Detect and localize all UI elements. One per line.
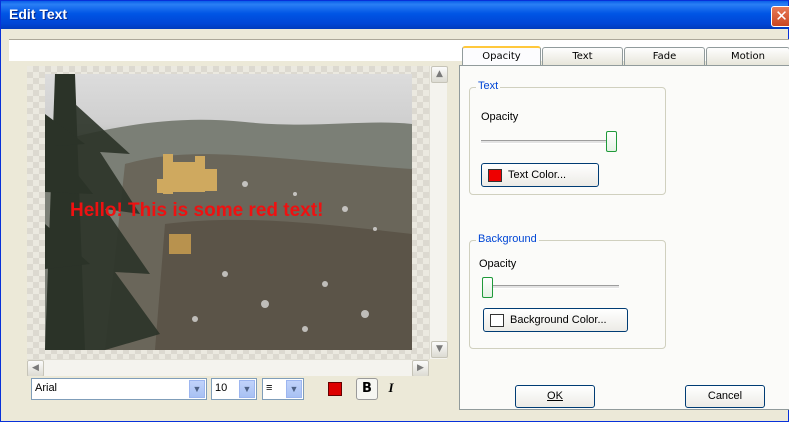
ok-button-label: OK <box>547 390 563 402</box>
background-group-title: Background <box>476 233 539 245</box>
text-color-toolbar-button[interactable] <box>324 378 346 400</box>
text-opacity-label: Opacity <box>481 111 519 123</box>
tab-text[interactable]: Text <box>542 47 623 66</box>
font-name-value: Arial <box>35 382 58 394</box>
close-icon: ✕ <box>775 7 788 25</box>
text-color-button-label: Text Color... <box>508 169 567 181</box>
font-size-value: 10 <box>215 382 228 394</box>
background-opacity-slider-thumb[interactable] <box>482 277 493 298</box>
opacity-tab-panel: Text Opacity Text Color... Background Op… <box>459 65 789 410</box>
scroll-left-button[interactable]: ◀ <box>27 360 44 377</box>
chevron-down-icon[interactable]: ▼ <box>189 380 205 398</box>
text-group-title: Text <box>476 80 501 92</box>
scroll-right-button[interactable]: ▶ <box>412 360 429 377</box>
cancel-button[interactable]: Cancel <box>685 385 765 408</box>
color-swatch-icon <box>328 382 342 396</box>
background-opacity-label: Opacity <box>479 258 517 270</box>
edit-text-dialog: Edit Text ✕ Opacity Text Fade Motion Tex… <box>0 0 789 422</box>
ok-button[interactable]: OK <box>515 385 595 408</box>
text-color-swatch <box>488 169 502 182</box>
close-button[interactable]: ✕ <box>771 6 789 27</box>
chevron-down-icon: ▼ <box>436 344 443 354</box>
italic-icon: I <box>388 380 394 395</box>
text-opacity-slider-track[interactable] <box>481 140 617 144</box>
italic-button[interactable]: I <box>380 378 402 400</box>
horizontal-scrollbar[interactable]: ◀ ▶ <box>27 359 429 377</box>
preview-overlay-text[interactable]: Hello! This is some red text! <box>70 200 323 222</box>
chevron-down-icon[interactable]: ▼ <box>239 380 255 398</box>
background-color-swatch <box>490 314 504 327</box>
scroll-down-button[interactable]: ▼ <box>431 341 448 358</box>
background-opacity-slider-track[interactable] <box>482 285 619 289</box>
scroll-up-button[interactable]: ▲ <box>431 66 448 83</box>
background-group: Background Opacity Background Color... <box>469 233 666 349</box>
tab-motion-label: Motion <box>731 51 765 62</box>
font-name-select[interactable]: Arial ▼ <box>31 378 207 400</box>
chevron-down-icon[interactable]: ▼ <box>286 380 302 398</box>
format-toolbar: Arial ▼ 10 ▼ ≡ ▼ B I <box>27 376 451 406</box>
tab-opacity[interactable]: Opacity <box>462 46 541 66</box>
background-color-button[interactable]: Background Color... <box>483 308 628 332</box>
title-bar[interactable]: Edit Text <box>1 1 788 29</box>
text-group: Text Opacity Text Color... <box>469 80 666 195</box>
tab-text-label: Text <box>572 51 593 62</box>
preview-photo: Hello! This is some red text! <box>45 74 412 350</box>
text-opacity-slider-thumb[interactable] <box>606 131 617 152</box>
bold-button[interactable]: B <box>356 378 378 400</box>
alignment-select[interactable]: ≡ ▼ <box>262 378 304 400</box>
chevron-left-icon: ◀ <box>32 363 39 373</box>
tab-fade[interactable]: Fade <box>624 47 705 66</box>
text-color-button[interactable]: Text Color... <box>481 163 599 187</box>
cancel-button-label: Cancel <box>707 390 743 402</box>
vertical-scrollbar[interactable]: ▲ ▼ <box>429 66 448 359</box>
font-size-select[interactable]: 10 ▼ <box>211 378 257 400</box>
align-center-icon: ≡ <box>266 382 273 394</box>
tab-motion[interactable]: Motion <box>706 47 789 66</box>
bold-icon: B <box>362 381 372 396</box>
tab-fade-label: Fade <box>652 51 677 62</box>
chevron-up-icon: ▲ <box>436 69 443 79</box>
chevron-right-icon: ▶ <box>417 363 424 373</box>
background-color-button-label: Background Color... <box>510 314 607 326</box>
tab-opacity-label: Opacity <box>482 51 521 62</box>
window-title: Edit Text <box>9 6 68 22</box>
